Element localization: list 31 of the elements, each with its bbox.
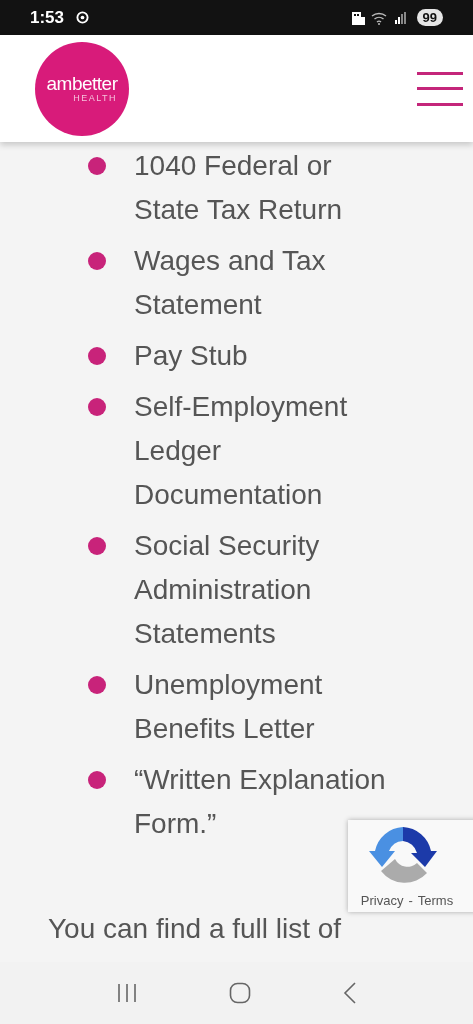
building-icon xyxy=(351,10,365,25)
signal-icon xyxy=(394,11,407,24)
bullet-icon xyxy=(88,676,106,694)
bullet-icon xyxy=(88,252,106,270)
bullet-icon xyxy=(88,347,106,365)
list-item: Pay Stub xyxy=(134,339,248,373)
status-time: 1:53 xyxy=(30,7,65,28)
menu-icon[interactable] xyxy=(417,71,463,106)
bullet-icon xyxy=(88,537,106,555)
browser-icon xyxy=(76,11,90,24)
list-item: Self-Employment Ledger Documentation xyxy=(134,390,348,512)
bullet-icon xyxy=(88,398,106,416)
logo-name: ambetter xyxy=(46,74,118,93)
bullet-icon xyxy=(88,157,106,175)
logo[interactable]: ambetter HEALTH xyxy=(35,41,129,136)
paragraph: You can find a full list of xyxy=(48,912,342,946)
logo-subtitle: HEALTH xyxy=(73,93,117,103)
terms-link[interactable]: Terms xyxy=(417,893,454,908)
separator: - xyxy=(408,893,413,908)
back-icon[interactable] xyxy=(343,982,358,1004)
wifi-icon xyxy=(370,10,389,25)
home-icon[interactable] xyxy=(229,982,252,1004)
recent-apps-icon[interactable] xyxy=(115,983,138,1003)
bullet-icon xyxy=(88,771,106,789)
privacy-link[interactable]: Privacy xyxy=(360,893,404,908)
list-item: Unemployment Benefits Letter xyxy=(134,668,323,746)
battery-indicator: 99 xyxy=(416,9,443,26)
list-item: Social Security Administration Statements xyxy=(134,529,320,651)
list-item: 1040 Federal or State Tax Return xyxy=(134,149,343,227)
list-item: Wages and Tax Statement xyxy=(134,244,326,322)
list-item: “Written Explanation Form.” xyxy=(134,763,386,841)
